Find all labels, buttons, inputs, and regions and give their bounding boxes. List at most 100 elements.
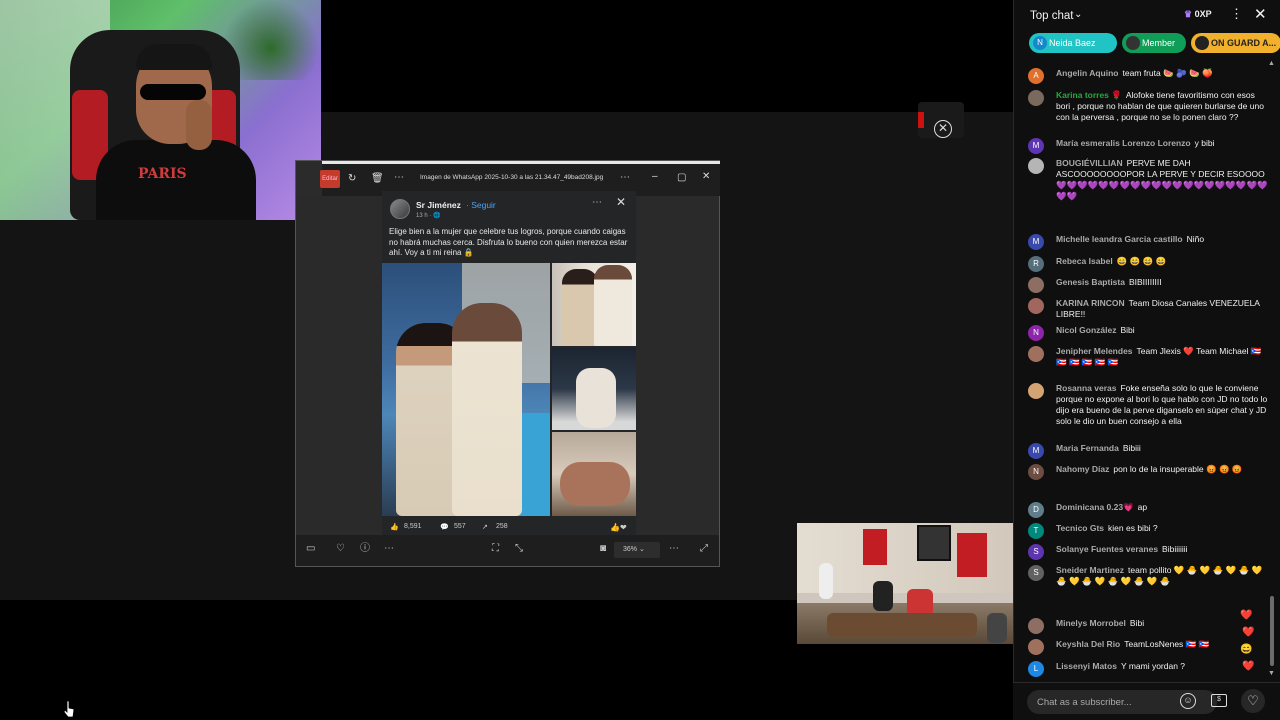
- avatar: [1126, 36, 1140, 50]
- message-author[interactable]: Michelle leandra Garcia castillo: [1056, 234, 1183, 244]
- close-circle-icon[interactable]: ✕: [934, 120, 952, 138]
- message-author[interactable]: Rebeca Isabel: [1056, 256, 1113, 266]
- scroll-down-icon[interactable]: ▼: [1268, 670, 1275, 677]
- avatar[interactable]: [1028, 298, 1044, 314]
- message-author[interactable]: Dominicana 0.23💗: [1056, 502, 1134, 512]
- image-viewer-window: Editar ↻ 🗑 ⋯ Imagen de WhatsApp 2025-10-…: [295, 160, 720, 567]
- floating-reactions: ❤️ ❤️ 😄 ❤️: [1240, 610, 1260, 680]
- message-author[interactable]: Rosanna veras: [1056, 383, 1116, 393]
- avatar[interactable]: [1028, 346, 1044, 362]
- avatar[interactable]: R: [1028, 256, 1044, 272]
- photo-figure: [562, 269, 598, 346]
- message-author[interactable]: Genesis Baptista: [1056, 277, 1125, 287]
- avatar[interactable]: S: [1028, 565, 1044, 581]
- message-author[interactable]: Nicol González: [1056, 325, 1116, 335]
- streamer-hand: [186, 100, 212, 150]
- message-text: kien es bibi ?: [1108, 523, 1158, 533]
- video-player[interactable]: PARIS ✕ Editar ↻ 🗑 ⋯ Imagen de WhatsApp …: [0, 0, 1013, 720]
- message-author[interactable]: Keyshla Del Rio: [1056, 639, 1120, 649]
- more-vert-icon[interactable]: ⋮: [1230, 6, 1243, 22]
- screenshot-icon[interactable]: ◙: [600, 544, 606, 554]
- scroll-up-icon[interactable]: ▲: [1268, 60, 1275, 67]
- viewer-titlebar-left: [296, 161, 322, 196]
- message-author[interactable]: Lissenyi Matos: [1056, 661, 1117, 671]
- message-body: Nahomy Díaz pon lo de la insuperable 😡 😡 …: [1056, 464, 1268, 475]
- reality-show-feed: [797, 523, 1013, 644]
- message-body: Dominicana 0.23💗 ap: [1056, 502, 1268, 513]
- chat-scrollbar[interactable]: [1257, 60, 1265, 680]
- more-icon[interactable]: ⋯: [394, 173, 404, 183]
- scrollbar-thumb[interactable]: [1270, 596, 1274, 666]
- rotate-icon[interactable]: ↻: [348, 174, 356, 184]
- actual-size-icon[interactable]: ⤡: [515, 544, 523, 554]
- chat-message-list[interactable]: A Angelin Aquino team fruta 🍉 🫐 🍉 🍑 Karina …: [1014, 58, 1272, 680]
- message-author[interactable]: María esmeralis Lorenzo Lorenzo: [1056, 138, 1191, 148]
- avatar[interactable]: M: [1028, 234, 1044, 250]
- message-author[interactable]: Tecnico Gts: [1056, 523, 1104, 533]
- chip-neida-baez[interactable]: N Neida Baez: [1029, 33, 1117, 53]
- message-author[interactable]: Jenipher Melendes: [1056, 346, 1133, 356]
- fullscreen-icon[interactable]: ⤢: [700, 544, 708, 554]
- avatar[interactable]: M: [1028, 138, 1044, 154]
- fit-icon[interactable]: ⛶: [492, 544, 499, 554]
- avatar[interactable]: N: [1028, 464, 1044, 480]
- avatar[interactable]: S: [1028, 544, 1044, 560]
- xp-badge[interactable]: ♛ 0XP: [1184, 9, 1212, 20]
- close-icon[interactable]: ✕: [702, 172, 710, 182]
- zoom-more-icon[interactable]: ⋯: [669, 544, 679, 554]
- chevron-down-icon[interactable]: ⌄: [1074, 9, 1082, 20]
- avatar[interactable]: N: [1028, 325, 1044, 341]
- super-chat-icon[interactable]: $: [1211, 694, 1227, 707]
- edit-button[interactable]: Editar: [320, 170, 340, 188]
- avatar[interactable]: [1028, 383, 1044, 399]
- feed-screen: [917, 525, 951, 561]
- message-author[interactable]: Nahomy Díaz: [1056, 464, 1109, 474]
- avatar[interactable]: M: [1028, 443, 1044, 459]
- chip-member[interactable]: Member: [1122, 33, 1186, 53]
- message-text: Bibi: [1120, 325, 1135, 335]
- zoom-level[interactable]: 36% ⌄: [614, 542, 660, 558]
- avatar[interactable]: L: [1028, 661, 1044, 677]
- info-icon[interactable]: ⓘ: [360, 544, 370, 554]
- sunglasses: [140, 84, 206, 100]
- emoji-icon[interactable]: ☺: [1180, 693, 1196, 709]
- crown-icon: ♛: [1184, 9, 1193, 19]
- floating-reaction: ❤️: [1242, 627, 1255, 638]
- maximize-icon[interactable]: ▢: [677, 173, 686, 183]
- avatar[interactable]: T: [1028, 523, 1044, 539]
- avatar[interactable]: [1028, 639, 1044, 655]
- heart-icon[interactable]: ♡: [1241, 689, 1265, 713]
- post-author: Sr Jiménez: [416, 200, 461, 210]
- message-author[interactable]: Angelin Aquino: [1056, 68, 1118, 78]
- avatar[interactable]: D: [1028, 502, 1044, 518]
- avatar[interactable]: [1028, 158, 1044, 174]
- filmstrip-icon[interactable]: ▭: [306, 544, 315, 554]
- close-icon[interactable]: ✕: [1254, 5, 1267, 23]
- message-author[interactable]: Sneider Martinez: [1056, 565, 1124, 575]
- favorite-icon[interactable]: ♡: [336, 544, 345, 554]
- message-author[interactable]: KARINA RINCON: [1056, 298, 1125, 308]
- chat-mode-title[interactable]: Top chat: [1030, 10, 1073, 22]
- message-author[interactable]: Maria Fernanda: [1056, 443, 1119, 453]
- message-author[interactable]: BOUGIÉVILLIAN: [1056, 158, 1123, 168]
- avatar[interactable]: [1028, 277, 1044, 293]
- minimize-icon[interactable]: –: [652, 172, 658, 182]
- avatar[interactable]: [1028, 90, 1044, 106]
- avatar[interactable]: [1028, 618, 1044, 634]
- message-author[interactable]: Minelys Morrobel: [1056, 618, 1126, 628]
- message-author[interactable]: Karina torres 🌹: [1056, 90, 1122, 100]
- message-body: Michelle leandra Garcia castillo Niño: [1056, 234, 1268, 245]
- post-timestamp: 13 h · 🌐: [416, 213, 441, 219]
- chat-input-bar: ☺ $ ♡: [1013, 682, 1280, 720]
- delete-icon[interactable]: 🗑: [371, 174, 384, 184]
- chip-on-guard[interactable]: ON GUARD A...: [1191, 33, 1280, 53]
- message-author[interactable]: Solanye Fuentes veranes: [1056, 544, 1158, 554]
- post-more-icon: ⋯: [592, 197, 602, 208]
- floating-reaction: 😄: [1240, 644, 1253, 655]
- message-body: Karina torres 🌹 Alofoke tiene favoritismo…: [1056, 90, 1268, 123]
- avatar[interactable]: A: [1028, 68, 1044, 84]
- more-options-icon[interactable]: ⋯: [384, 544, 394, 554]
- avatar: [1195, 36, 1209, 50]
- titlebar-more-icon[interactable]: ⋯: [620, 173, 630, 183]
- post-follow-link: · Seguir: [466, 200, 496, 210]
